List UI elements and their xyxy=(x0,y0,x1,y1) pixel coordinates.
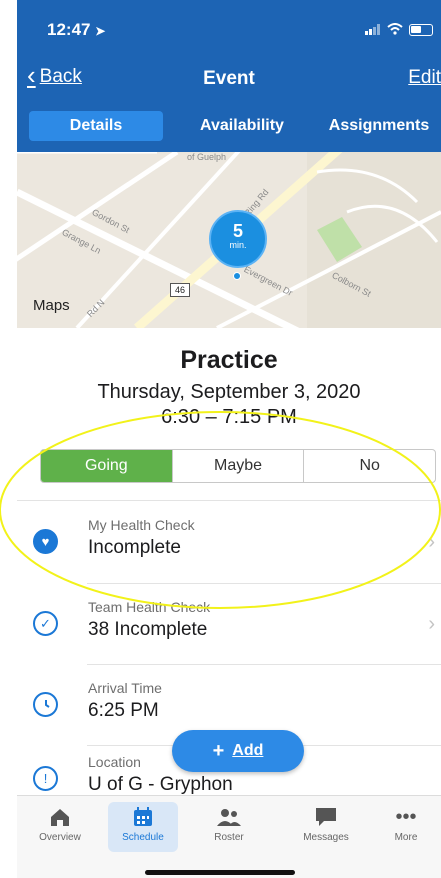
row-value: 38 Incomplete xyxy=(88,619,208,640)
event-title: Practice xyxy=(180,346,278,374)
row-label: Arrival Time xyxy=(88,680,162,696)
home-icon xyxy=(25,802,95,832)
clock-icon xyxy=(33,692,58,717)
calendar-icon xyxy=(108,802,178,832)
more-dots-icon: ••• xyxy=(395,806,417,828)
location-dot xyxy=(233,272,241,280)
health-check-row[interactable]: ♥ My Health Check Incomplete › xyxy=(17,505,441,585)
plus-icon: + xyxy=(212,739,225,762)
highway-shield: 46 xyxy=(170,283,190,297)
row-label: My Health Check xyxy=(88,517,195,533)
divider xyxy=(17,500,441,501)
check-circle-icon: ✓ xyxy=(33,611,58,636)
rsvp-segmented-control: Going Maybe No xyxy=(40,449,436,483)
add-label: Add xyxy=(232,742,264,759)
bottom-tab-bar: Overview Schedule Roster Messages ••• Mo… xyxy=(17,795,441,878)
rsvp-no-button[interactable]: No xyxy=(303,450,435,482)
apple-maps-logo: Maps xyxy=(33,297,70,314)
row-label: Location xyxy=(88,754,141,770)
add-button[interactable]: + Add xyxy=(172,730,304,772)
chevron-right-icon: › xyxy=(428,613,435,635)
row-value: U of G - Gryphon xyxy=(88,774,233,795)
status-bar: 12:47 ➤ xyxy=(17,0,441,58)
tab-details[interactable]: Details xyxy=(29,111,163,141)
chat-bubble-icon xyxy=(291,802,361,832)
team-health-check-row[interactable]: ✓ Team Health Check 38 Incomplete › xyxy=(17,587,441,667)
road-label: of Guelph xyxy=(187,152,227,162)
row-label: Team Health Check xyxy=(88,599,211,615)
heart-icon: ♥ xyxy=(33,529,58,554)
chevron-right-icon: › xyxy=(428,531,435,553)
pin-unit: min. xyxy=(229,240,247,250)
row-value: 6:25 PM xyxy=(88,700,159,721)
status-indicators xyxy=(365,22,433,38)
tabbar-more[interactable]: ••• More xyxy=(378,802,434,843)
rsvp-maybe-button[interactable]: Maybe xyxy=(171,450,304,482)
tabbar-roster[interactable]: Roster xyxy=(194,802,264,843)
home-indicator xyxy=(145,870,295,875)
event-date: Thursday, September 3, 2020 xyxy=(97,381,361,403)
row-value: Incomplete xyxy=(88,537,181,558)
tabbar-overview[interactable]: Overview xyxy=(25,802,95,843)
divider xyxy=(87,664,441,665)
status-time: 12:47 ➤ xyxy=(47,20,106,39)
location-info-icon: ! xyxy=(33,766,58,791)
people-icon xyxy=(194,802,264,832)
tabbar-messages[interactable]: Messages xyxy=(291,802,361,843)
segment-tabs: Details Availability Assignments xyxy=(17,110,441,142)
app-header: 12:47 ➤ ‹ Back Event Edit Details Availa… xyxy=(17,0,441,152)
nav-title: Event xyxy=(203,68,255,89)
tabbar-schedule[interactable]: Schedule xyxy=(108,802,178,852)
location-map[interactable]: Gordon St Grange Ln Ring Rd Evergreen Dr… xyxy=(17,152,441,328)
event-time: 6:30 – 7:15 PM xyxy=(161,406,297,428)
divider xyxy=(87,583,441,584)
location-arrow-icon: ➤ xyxy=(95,24,106,38)
wifi-icon xyxy=(387,22,403,38)
rsvp-going-button[interactable]: Going xyxy=(41,450,172,482)
tab-assignments[interactable]: Assignments xyxy=(317,117,441,135)
edit-button[interactable]: Edit xyxy=(408,67,441,89)
tab-availability[interactable]: Availability xyxy=(171,117,313,135)
pin-value: 5 xyxy=(232,221,243,241)
travel-time-pin[interactable]: 5 min. xyxy=(209,210,267,268)
signal-icon xyxy=(365,22,381,38)
nav-bar: ‹ Back Event Edit xyxy=(17,58,441,100)
battery-icon xyxy=(409,24,433,36)
